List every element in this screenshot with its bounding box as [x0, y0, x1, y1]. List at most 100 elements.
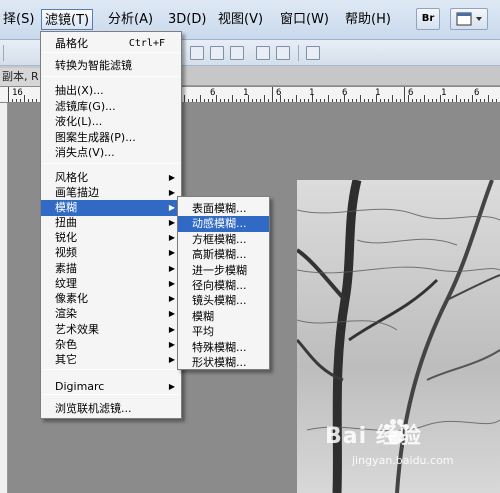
filter-menu-item[interactable]: 纹理 ▶: [41, 276, 181, 292]
options-separator: [3, 45, 4, 61]
filter-menu-item[interactable]: 素描 ▶: [41, 261, 181, 277]
ruler-tick: [456, 95, 457, 102]
menu-analysis[interactable]: 分析(A): [105, 9, 156, 30]
ruler-tick: [228, 99, 229, 102]
align-middle-icon[interactable]: [210, 46, 224, 60]
blur-submenu-item[interactable]: 特殊模糊...: [178, 340, 269, 356]
ruler-tick: [280, 95, 281, 102]
submenu-arrow-icon: ▶: [168, 325, 175, 334]
menu-view[interactable]: 视图(V): [215, 9, 266, 30]
submenu-arrow-icon: ▶: [168, 233, 175, 242]
filter-menu-item-label: 艺术效果: [55, 323, 99, 336]
ruler-tick: [36, 99, 37, 102]
submenu-arrow-icon: ▶: [168, 218, 175, 227]
blur-submenu-item[interactable]: 表面模糊...: [178, 201, 269, 217]
filter-menu-item[interactable]: 其它 ▶: [41, 352, 181, 368]
filter-menu-item[interactable]: 晶格化 Ctrl+F: [41, 36, 181, 52]
ruler-tick: [496, 99, 497, 102]
ruler-tick: [304, 99, 305, 102]
ruler-tick: [288, 99, 289, 102]
submenu-arrow-icon: ▶: [168, 173, 175, 182]
align-bottom-icon[interactable]: [230, 46, 244, 60]
ruler-tick: [224, 99, 225, 102]
screen-mode-button[interactable]: [450, 8, 488, 30]
ruler-tick: [432, 99, 433, 102]
ruler-tick: [428, 99, 429, 102]
filter-menu-item[interactable]: 图案生成器(P)...: [41, 130, 181, 146]
filter-menu-item-label: 图案生成器(P)...: [55, 131, 136, 144]
submenu-arrow-icon: ▶: [168, 279, 175, 288]
filter-menu-item[interactable]: 渲染 ▶: [41, 306, 181, 322]
ruler-tick: [260, 99, 261, 102]
filter-menu-item-label: 转换为智能滤镜: [55, 59, 132, 72]
ruler-tick: [452, 99, 453, 102]
submenu-arrow-icon: ▶: [168, 264, 175, 273]
ruler-label: 16: [12, 88, 23, 98]
filter-menu-item[interactable]: 锐化 ▶: [41, 230, 181, 246]
blur-submenu-item[interactable]: 镜头模糊...: [178, 293, 269, 309]
vertical-ruler[interactable]: [0, 103, 8, 493]
filter-menu-item[interactable]: 风格化 ▶: [41, 170, 181, 186]
align-top-icon[interactable]: [190, 46, 204, 60]
blur-submenu-item[interactable]: 高斯模糊...: [178, 247, 269, 263]
filter-menu-item-label: 纹理: [55, 277, 77, 290]
filter-menu-item[interactable]: 滤镜库(G)...: [41, 99, 181, 115]
ruler-tick: [204, 99, 205, 102]
ruler-tick: [468, 99, 469, 102]
blur-submenu-item-label: 模糊: [192, 309, 214, 323]
ruler-tick: [492, 99, 493, 102]
filter-menu-item[interactable]: 扭曲 ▶: [41, 215, 181, 231]
blur-submenu-item[interactable]: 进一步模糊: [178, 263, 269, 279]
distribute-left-icon[interactable]: [256, 46, 270, 60]
ruler-tick: [188, 99, 189, 102]
menu-filter[interactable]: 滤镜(T): [41, 9, 94, 30]
ruler-tick: [420, 99, 421, 102]
menu-help[interactable]: 帮助(H): [342, 9, 394, 30]
blur-submenu-item[interactable]: 模糊: [178, 309, 269, 325]
filter-menu-item[interactable]: 模糊 ▶: [41, 200, 181, 216]
filter-menu-item[interactable]: 转换为智能滤镜: [41, 58, 181, 74]
ruler-tick: [292, 99, 293, 102]
ruler-tick: [440, 95, 441, 102]
blur-submenu-item[interactable]: 方框模糊...: [178, 232, 269, 248]
blur-submenu-item[interactable]: 动感模糊...: [178, 216, 269, 233]
filter-menu-item[interactable]: 画笔描边 ▶: [41, 185, 181, 201]
filter-menu-item-label: 浏览联机滤镜...: [55, 402, 132, 415]
filter-menu-item[interactable]: 视频 ▶: [41, 245, 181, 261]
blur-submenu-item[interactable]: 径向模糊...: [178, 278, 269, 294]
ruler-tick: [464, 99, 465, 102]
submenu-arrow-icon: ▶: [168, 188, 175, 197]
filter-menu-item-label: 风格化: [55, 171, 88, 184]
menu-window[interactable]: 窗口(W): [277, 9, 332, 30]
filter-menu-item[interactable]: 液化(L)...: [41, 114, 181, 130]
ruler-tick: [472, 95, 473, 102]
ruler-tick: [16, 99, 17, 102]
filter-menu-item-label: 抽出(X)...: [55, 84, 104, 97]
filter-menu-item[interactable]: 抽出(X)...: [41, 83, 181, 99]
blur-submenu-item[interactable]: 形状模糊...: [178, 355, 269, 371]
distribute-center-icon[interactable]: [276, 46, 290, 60]
ruler-tick: [436, 99, 437, 102]
ruler-label: 6: [474, 88, 480, 98]
ruler-tick: [376, 95, 377, 102]
ruler-tick: [348, 99, 349, 102]
filter-menu-item[interactable]: 浏览联机滤镜...: [41, 401, 181, 417]
blur-submenu-item[interactable]: 平均: [178, 324, 269, 340]
ruler-tick: [248, 95, 249, 102]
filter-menu-item-label: 视频: [55, 246, 77, 259]
auto-align-icon[interactable]: [306, 46, 320, 60]
filter-menu-item[interactable]: 杂色 ▶: [41, 337, 181, 353]
menu-3d[interactable]: 3D(D): [165, 9, 209, 30]
ruler-tick: [336, 99, 337, 102]
menu-select[interactable]: 择(S): [0, 9, 37, 30]
blur-submenu-item-label: 形状模糊...: [192, 356, 247, 369]
filter-menu-item[interactable]: 消失点(V)...: [41, 145, 181, 161]
filter-menu-item[interactable]: Digimarc ▶: [41, 379, 181, 395]
filter-menu-item[interactable]: 像素化 ▶: [41, 291, 181, 307]
filter-menu-item-label: 渲染: [55, 307, 77, 320]
ruler-label: 1: [441, 88, 447, 98]
filter-menu-item[interactable]: 艺术效果 ▶: [41, 322, 181, 338]
filter-menu-item-label: 晶格化: [55, 37, 88, 50]
bridge-button[interactable]: Br: [416, 8, 440, 30]
ruler-tick: [332, 99, 333, 102]
